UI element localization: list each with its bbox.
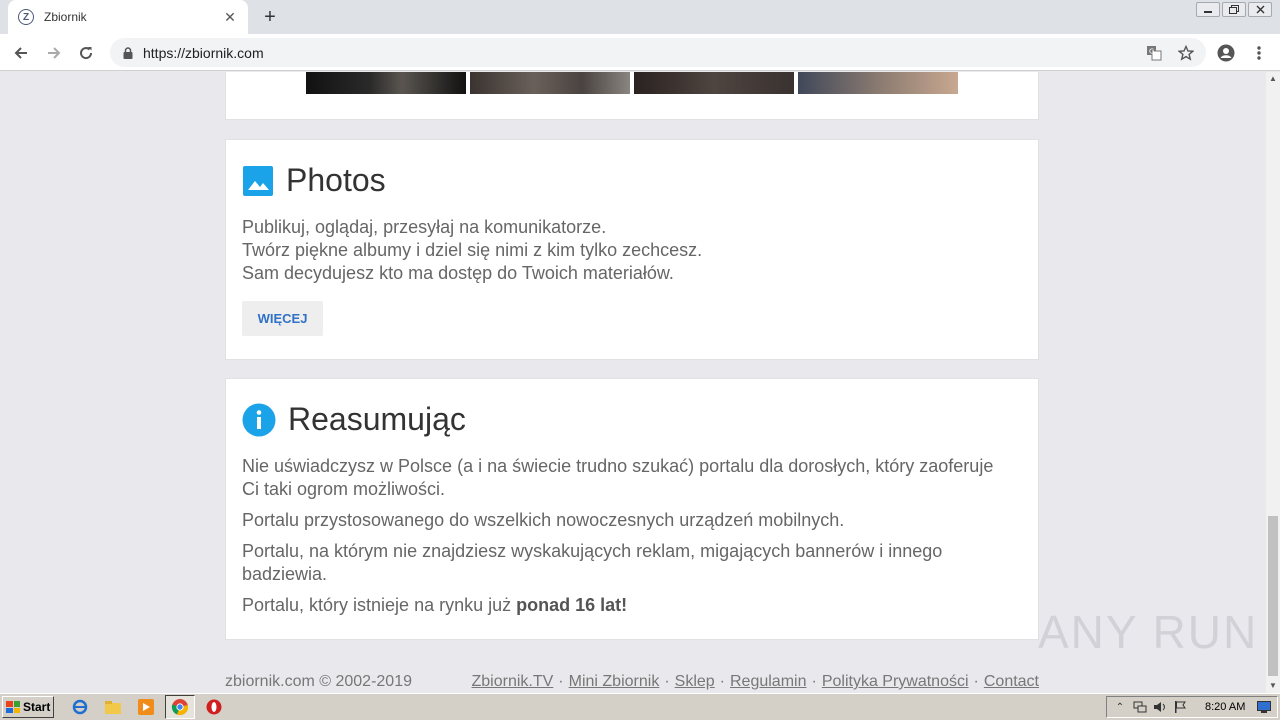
summary-card: Reasumując Nie uświadczysz w Polsce (a i…	[225, 378, 1039, 640]
start-label: Start	[23, 700, 51, 714]
tab-close-icon[interactable]: ✕	[222, 9, 238, 26]
scroll-down-icon[interactable]: ▼	[1266, 679, 1280, 693]
translate-button[interactable]: G	[1143, 42, 1165, 64]
kebab-menu-icon	[1257, 46, 1261, 60]
summary-paragraph-last: Portalu, który istnieje na rynku już pon…	[242, 594, 1012, 617]
clock[interactable]: 8:20 AM	[1205, 701, 1245, 713]
url-text: https://zbiornik.com	[143, 44, 264, 61]
lock-icon	[121, 46, 135, 60]
footer-separator: ·	[973, 673, 979, 690]
summary-last-text: Portalu, który istnieje na rynku już	[242, 595, 517, 615]
new-tab-button[interactable]: +	[258, 6, 282, 28]
gallery-thumbnail[interactable]	[634, 72, 794, 94]
photos-description: Publikuj, oglądaj, przesyłaj na komunika…	[242, 216, 1012, 285]
volume-icon[interactable]	[1153, 700, 1167, 714]
footer-separator: ·	[811, 673, 817, 690]
footer-link-mini-zbiornik[interactable]: Mini Zbiornik	[569, 673, 660, 691]
menu-button[interactable]	[1248, 42, 1270, 64]
footer-separator: ·	[558, 673, 564, 690]
chrome-taskbar-button[interactable]	[165, 695, 195, 719]
restore-button[interactable]	[1222, 2, 1246, 17]
account-icon	[1217, 44, 1235, 62]
page-scrollbar[interactable]: ▲ ▼	[1266, 72, 1280, 693]
star-icon	[1178, 45, 1194, 61]
page-viewport: Photos Publikuj, oglądaj, przesyłaj na k…	[0, 72, 1266, 693]
footer-link-privacy-policy[interactable]: Polityka Prywatności	[822, 673, 969, 691]
browser-toolbar: https://zbiornik.com G	[0, 34, 1280, 71]
minimize-icon	[1203, 10, 1212, 13]
tray-expand-icon[interactable]: ⌃	[1113, 700, 1127, 714]
scroll-up-icon[interactable]: ▲	[1266, 72, 1280, 86]
close-window-button[interactable]	[1248, 2, 1272, 17]
gallery-thumbnail[interactable]	[798, 72, 958, 94]
summary-paragraph: Portalu przystosowanego do wszelkich now…	[242, 510, 845, 530]
watermark-text: ANY RUN	[1038, 606, 1259, 658]
anyrun-watermark: ANY RUN	[1038, 605, 1258, 659]
footer-links: Zbiornik.TV · Mini Zbiornik · Sklep · Re…	[472, 673, 1040, 691]
footer-link-contact[interactable]: Contact	[984, 673, 1039, 691]
show-desktop-icon[interactable]	[1257, 700, 1272, 714]
summary-paragraph: Nie uświadczysz w Polsce (a i na świecie…	[242, 456, 994, 499]
tab-title: Zbiornik	[44, 10, 87, 24]
window-controls	[1196, 2, 1272, 17]
system-tray: ⌃ 8:20 AM	[1106, 696, 1278, 718]
photos-title: Photos	[286, 162, 386, 198]
footer-link-zbiornik-tv[interactable]: Zbiornik.TV	[472, 673, 554, 691]
summary-last-highlight: ponad 16 lat!	[516, 595, 628, 615]
footer-link-regulamin[interactable]: Regulamin	[730, 673, 806, 691]
summary-header: Reasumując	[242, 401, 466, 438]
forward-button[interactable]	[42, 41, 66, 65]
chrome-icon	[171, 699, 189, 716]
flag-icon[interactable]	[1173, 700, 1187, 714]
footer-separator: ·	[719, 673, 725, 690]
tab-strip: Z Zbiornik ✕ +	[0, 0, 1280, 34]
file-explorer-icon[interactable]	[104, 698, 122, 716]
arrow-left-icon	[14, 47, 27, 59]
zbiornik-favicon-icon: Z	[18, 9, 34, 25]
minimize-button[interactable]	[1196, 2, 1220, 17]
network-icon[interactable]	[1133, 700, 1147, 714]
reload-button[interactable]	[74, 41, 98, 65]
gallery-card	[225, 72, 1039, 120]
browser-tab[interactable]: Z Zbiornik ✕	[8, 0, 248, 34]
media-player-icon[interactable]	[137, 698, 155, 716]
info-icon	[242, 403, 276, 436]
photos-header: Photos	[242, 162, 386, 199]
more-button[interactable]: WIĘCEJ	[242, 301, 323, 336]
svg-text:G: G	[1149, 48, 1154, 56]
photos-line: Publikuj, oglądaj, przesyłaj na komunika…	[242, 217, 607, 237]
bookmark-button[interactable]	[1175, 42, 1197, 64]
photos-line: Sam decydujesz kto ma dostęp do Twoich m…	[242, 263, 674, 283]
profile-button[interactable]	[1215, 42, 1237, 64]
gallery-thumbnail[interactable]	[470, 72, 630, 94]
gallery-thumbnail[interactable]	[306, 72, 466, 94]
summary-title: Reasumując	[288, 401, 466, 437]
back-button[interactable]	[9, 41, 33, 65]
summary-paragraph: Portalu, na którym nie znajdziesz wyskak…	[242, 541, 943, 584]
translate-icon: G	[1147, 46, 1162, 61]
reload-icon	[80, 47, 93, 60]
internet-explorer-icon[interactable]	[71, 698, 89, 716]
photos-card: Photos Publikuj, oglądaj, przesyłaj na k…	[225, 139, 1039, 360]
footer-separator: ·	[664, 673, 670, 690]
photos-line: Twórz piękne albumy i dziel się nimi z k…	[242, 240, 703, 260]
scroll-thumb[interactable]	[1268, 516, 1278, 676]
start-button[interactable]: Start	[2, 696, 54, 718]
arrow-right-icon	[48, 47, 61, 59]
close-icon	[1256, 5, 1264, 14]
restore-icon	[1229, 5, 1239, 14]
footer-link-sklep[interactable]: Sklep	[675, 673, 715, 691]
footer-copyright: zbiornik.com © 2002-2019	[225, 673, 412, 690]
address-bar[interactable]: https://zbiornik.com	[110, 38, 1206, 67]
opera-icon[interactable]	[205, 698, 223, 716]
image-icon	[243, 165, 273, 196]
taskbar: Start ⌃ 8:20 AM	[0, 693, 1280, 720]
windows-logo-icon	[6, 701, 20, 713]
